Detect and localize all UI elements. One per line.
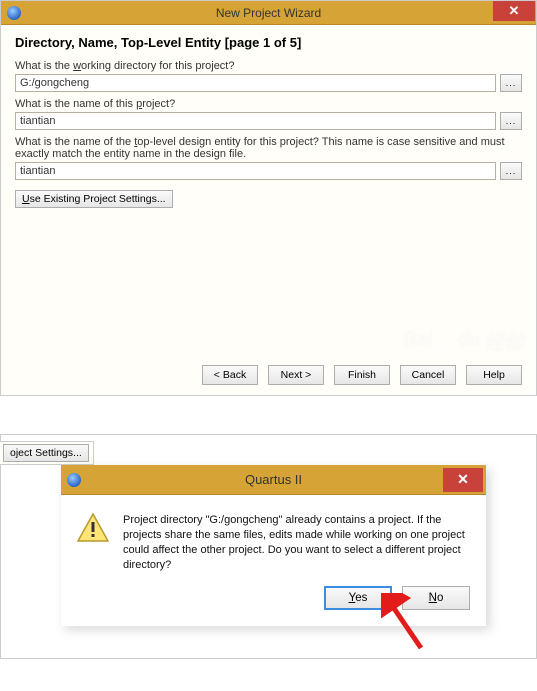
- wizard-heading: Directory, Name, Top-Level Entity [page …: [15, 35, 522, 50]
- warning-icon: [77, 513, 109, 543]
- no-button[interactable]: No: [402, 586, 470, 610]
- browse-dir-button[interactable]: ...: [500, 74, 522, 92]
- dialog-message: Project directory "G:/gongcheng" already…: [123, 513, 470, 572]
- paw-icon: [436, 332, 454, 350]
- back-button[interactable]: < Back: [202, 365, 258, 385]
- quartus-dialog: Quartus II ✕ Project directory "G:/gongc…: [61, 465, 486, 626]
- browse-name-button[interactable]: ...: [500, 112, 522, 130]
- entity-name-input[interactable]: [15, 162, 496, 180]
- entity-name-label: What is the name of the top-level design…: [15, 136, 522, 160]
- close-icon[interactable]: ✕: [443, 468, 483, 492]
- finish-button[interactable]: Finish: [334, 365, 390, 385]
- help-button[interactable]: Help: [466, 365, 522, 385]
- next-button[interactable]: Next >: [268, 365, 324, 385]
- wizard-titlebar: New Project Wizard ✕: [1, 1, 536, 25]
- app-icon: [7, 6, 21, 20]
- partial-settings-button[interactable]: oject Settings...: [3, 444, 89, 462]
- project-name-input[interactable]: [15, 112, 496, 130]
- project-name-label: What is the name of this project?: [15, 98, 522, 110]
- app-icon: [67, 473, 81, 487]
- cancel-button[interactable]: Cancel: [400, 365, 456, 385]
- use-existing-settings-button[interactable]: Use Existing Project Settings...: [15, 190, 173, 208]
- wizard-title: New Project Wizard: [1, 6, 536, 20]
- watermark: Bai du 经验: [403, 326, 524, 355]
- working-dir-label: What is the working directory for this p…: [15, 60, 522, 72]
- dialog-title: Quartus II: [61, 472, 486, 487]
- yes-button[interactable]: Yes: [324, 586, 392, 610]
- wizard-footer: < Back Next > Finish Cancel Help: [202, 365, 522, 385]
- browse-entity-button[interactable]: ...: [500, 162, 522, 180]
- dialog-titlebar: Quartus II ✕: [61, 465, 486, 495]
- working-dir-input[interactable]: [15, 74, 496, 92]
- wizard-body: Directory, Name, Top-Level Entity [page …: [1, 25, 536, 395]
- background-fragment: oject Settings...: [0, 441, 94, 465]
- close-icon[interactable]: ✕: [493, 1, 535, 21]
